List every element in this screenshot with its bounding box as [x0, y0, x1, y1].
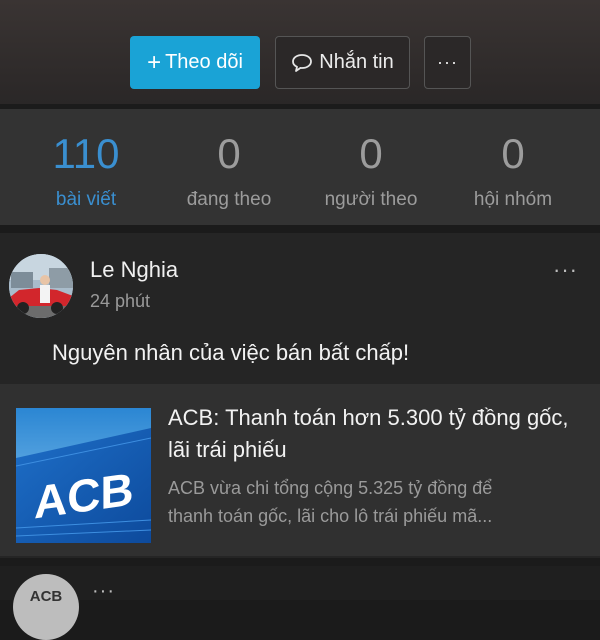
more-icon: ··· — [437, 52, 458, 72]
follow-button[interactable]: + Theo dõi — [130, 36, 260, 89]
follow-button-label: Theo dõi — [165, 51, 243, 73]
stat-followers-label: người theo — [324, 189, 418, 210]
link-preview-card[interactable]: ACB ACB: Thanh toán hơn 5.300 tỷ đồng gố… — [0, 384, 600, 556]
feed-post: Le Nghia 24 phút ··· Nguyên nhân của việ… — [0, 233, 600, 558]
profile-stats: 110 bài viết 0 đang theo 0 người theo 0 … — [0, 109, 600, 225]
more-options-button[interactable]: ··· — [424, 36, 471, 89]
avatar-photo — [9, 254, 73, 318]
post-more-button[interactable]: ··· — [553, 257, 578, 283]
link-description: ACB vừa chi tổng cộng 5.325 tỷ đồng để t… — [168, 478, 493, 526]
stat-groups-label: hội nhóm — [473, 189, 553, 210]
stat-posts[interactable]: 110 bài viết — [16, 131, 156, 211]
stat-posts-label: bài viết — [55, 189, 117, 210]
stat-followers-count: 0 — [359, 130, 383, 177]
stat-following-count: 0 — [217, 130, 241, 177]
next-feed-post: ACB ··· — [0, 566, 600, 640]
stat-following[interactable]: 0 đang theo — [159, 131, 299, 211]
message-button[interactable]: Nhắn tin — [275, 36, 410, 89]
stat-groups-count: 0 — [501, 130, 525, 177]
post-text: Nguyên nhân của việc bán bất chấp! — [52, 340, 410, 365]
acb-building-image: ACB — [16, 408, 151, 543]
link-thumbnail: ACB — [16, 408, 151, 543]
post-timestamp: 24 phút — [90, 291, 151, 311]
message-button-label: Nhắn tin — [319, 51, 394, 73]
stat-followers[interactable]: 0 người theo — [301, 131, 441, 211]
stat-groups[interactable]: 0 hội nhóm — [443, 131, 583, 211]
plus-icon: + — [147, 48, 162, 76]
stat-following-label: đang theo — [186, 189, 272, 210]
profile-header: + Theo dõi Nhắn tin ··· — [0, 0, 600, 104]
avatar[interactable] — [9, 254, 73, 318]
next-post-avatar[interactable]: ACB — [13, 574, 79, 640]
post-author-name[interactable]: Le Nghia — [90, 257, 178, 283]
link-title[interactable]: ACB: Thanh toán hơn 5.300 tỷ đồng gốc, l… — [168, 402, 588, 466]
next-post-avatar-text: ACB — [29, 588, 63, 605]
stat-posts-count: 110 — [52, 130, 120, 177]
chat-bubble-icon — [292, 53, 313, 72]
